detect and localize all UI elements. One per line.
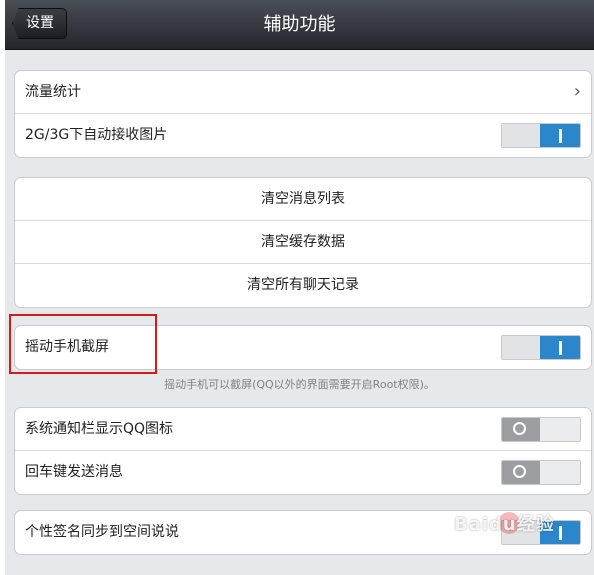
enter-to-send-row: 回车键发送消息: [15, 451, 591, 494]
auto-receive-images-label: 2G/3G下自动接收图片: [25, 127, 168, 143]
chevron-right-icon: ›: [573, 81, 581, 102]
auto-receive-images-toggle[interactable]: [501, 123, 581, 148]
enter-to-send-toggle[interactable]: [501, 460, 581, 485]
auto-receive-images-row: 2G/3G下自动接收图片: [15, 114, 591, 157]
show-qq-icon-label: 系统通知栏显示QQ图标: [25, 421, 174, 437]
show-qq-icon-toggle[interactable]: [501, 417, 581, 442]
enter-to-send-label: 回车键发送消息: [25, 464, 123, 480]
clear-data-group: 清空消息列表 清空缓存数据 清空所有聊天记录: [14, 177, 592, 308]
navigation-bar: 设置 辅助功能: [5, 0, 594, 50]
clear-message-list-button[interactable]: 清空消息列表: [15, 178, 591, 221]
shake-screenshot-toggle[interactable]: [501, 335, 581, 360]
traffic-stats-row[interactable]: 流量统计 ›: [15, 71, 591, 114]
watermark: Baidu经验: [454, 514, 555, 535]
clear-cache-button[interactable]: 清空缓存数据: [15, 221, 591, 264]
highlight-box: [9, 314, 157, 374]
page-title: 辅助功能: [263, 14, 336, 35]
notification-group: 系统通知栏显示QQ图标 回车键发送消息: [14, 407, 592, 495]
shake-screenshot-hint: 摇动手机可以截屏(QQ以外的界面需要开启Root权限)。: [164, 378, 435, 391]
network-settings-group: 流量统计 › 2G/3G下自动接收图片: [14, 70, 592, 158]
traffic-stats-label: 流量统计: [25, 84, 81, 100]
sync-signature-label: 个性签名同步到空间说说: [25, 524, 179, 540]
show-qq-icon-row: 系统通知栏显示QQ图标: [15, 408, 591, 451]
clear-chat-history-button[interactable]: 清空所有聊天记录: [15, 264, 591, 307]
